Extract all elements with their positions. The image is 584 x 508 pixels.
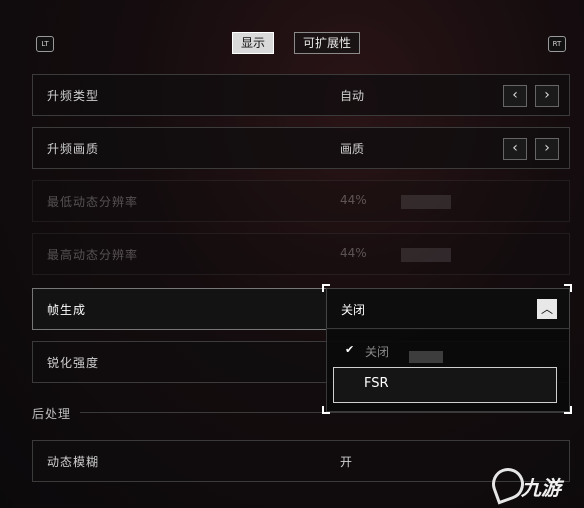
tab-scalability[interactable]: 可扩展性 bbox=[294, 32, 361, 54]
watermark-text: 九游 bbox=[521, 476, 561, 500]
rt-button-icon[interactable]: RT bbox=[548, 36, 566, 52]
frame-generation-dropdown[interactable]: 关闭 ︿ bbox=[326, 288, 570, 330]
setting-value: 自动 bbox=[340, 89, 365, 103]
setting-label: 最低动态分辨率 bbox=[47, 195, 139, 209]
setting-row-motion-blur[interactable]: 动态模糊 开 bbox=[32, 440, 570, 482]
slider-track bbox=[409, 351, 443, 363]
tab-display[interactable]: 显示 bbox=[232, 32, 275, 54]
option-label: FSR bbox=[364, 376, 389, 391]
arrow-left-icon[interactable]: ‹ bbox=[503, 138, 527, 160]
setting-row-upscale-type[interactable]: 升频类型 自动 ‹ › bbox=[32, 74, 570, 116]
setting-value: 44% bbox=[340, 246, 367, 260]
focus-corner bbox=[564, 406, 572, 414]
focus-corner bbox=[564, 284, 572, 292]
check-icon: ✔ bbox=[345, 343, 355, 356]
setting-value: 画质 bbox=[340, 142, 365, 156]
setting-label: 锐化强度 bbox=[47, 356, 100, 370]
section-post-processing: 后处理 bbox=[32, 407, 72, 421]
dropdown-current-value: 关闭 bbox=[341, 303, 366, 317]
tab-scalability-label: 可扩展性 bbox=[303, 36, 352, 50]
setting-row-upscale-quality[interactable]: 升频画质 画质 ‹ › bbox=[32, 127, 570, 169]
setting-label: 帧生成 bbox=[47, 303, 87, 317]
dropdown-option-fsr[interactable]: FSR bbox=[333, 367, 557, 403]
setting-row-max-dynamic-resolution: 最高动态分辨率 44% bbox=[32, 233, 570, 275]
dropdown-options: ✔ 关闭 FSR bbox=[326, 328, 570, 412]
arrow-right-icon[interactable]: › bbox=[535, 138, 559, 160]
setting-label: 最高动态分辨率 bbox=[47, 248, 139, 262]
arrow-right-icon[interactable]: › bbox=[535, 85, 559, 107]
setting-row-min-dynamic-resolution: 最低动态分辨率 44% bbox=[32, 180, 570, 222]
chevron-up-icon[interactable]: ︿ bbox=[537, 299, 557, 319]
setting-value: 开 bbox=[340, 455, 353, 469]
focus-corner bbox=[322, 406, 330, 414]
setting-label: 动态模糊 bbox=[47, 455, 100, 469]
setting-label: 升频类型 bbox=[47, 89, 100, 103]
option-label: 关闭 bbox=[365, 345, 390, 359]
arrow-left-icon[interactable]: ‹ bbox=[503, 85, 527, 107]
slider-track bbox=[401, 195, 451, 209]
slider-track bbox=[401, 248, 451, 262]
setting-value: 44% bbox=[340, 193, 367, 207]
tab-display-label: 显示 bbox=[241, 36, 266, 50]
dropdown-option-off[interactable]: ✔ 关闭 bbox=[327, 337, 569, 365]
lt-button-icon[interactable]: LT bbox=[36, 36, 54, 52]
focus-corner bbox=[322, 284, 330, 292]
setting-label: 升频画质 bbox=[47, 142, 100, 156]
